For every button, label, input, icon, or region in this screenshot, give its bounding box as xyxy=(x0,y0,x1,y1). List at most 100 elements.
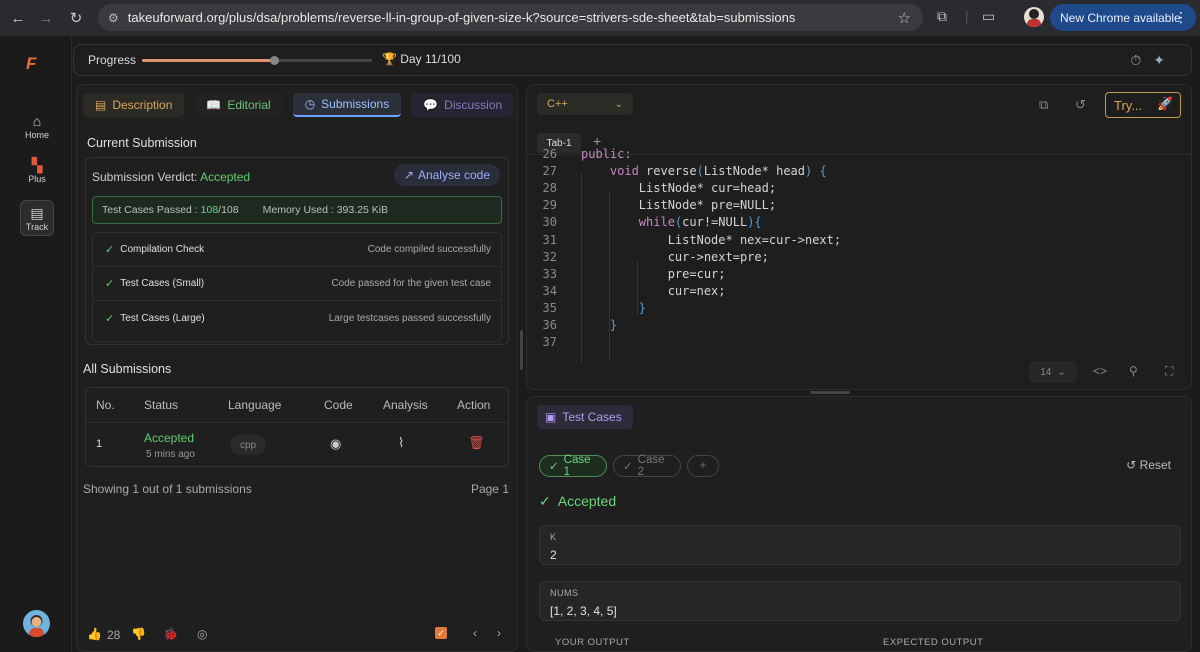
k-label: K xyxy=(550,532,557,542)
case-2-button[interactable]: ✓ Case 2 xyxy=(613,454,681,478)
check-icon: ✓ xyxy=(539,493,551,509)
eye-icon[interactable]: ◉ xyxy=(330,436,341,452)
format-icon[interactable]: ⚲ xyxy=(1129,364,1138,378)
check-row: ✓ Test Cases (Large) Large testcases passe… xyxy=(93,301,501,335)
case-label: Case 2 xyxy=(637,454,665,478)
extensions-icon[interactable]: ⧉ xyxy=(937,8,947,25)
checkbox-icon[interactable]: ✓ xyxy=(435,627,447,639)
code-line: pre=cur; xyxy=(581,266,726,281)
tc-passed: 108 xyxy=(200,204,219,216)
pulse-icon[interactable]: ⌇ xyxy=(398,435,404,451)
forward-icon[interactable]: → xyxy=(32,4,60,32)
submission-verdict: Submission Verdict: Accepted xyxy=(92,170,250,184)
tab-editorial[interactable]: 📖 Editorial xyxy=(194,93,283,117)
check-name: Compilation Check xyxy=(120,244,205,255)
tc-label: Test Cases Passed : xyxy=(102,204,198,216)
delete-icon[interactable]: 🗑 xyxy=(468,435,485,451)
current-submission-card: Submission Verdict: Accepted ↗ Analyse c… xyxy=(85,157,509,345)
col-action: Action xyxy=(457,398,491,412)
tab-description[interactable]: ▤ Description xyxy=(83,93,185,117)
like-count: 28 xyxy=(107,628,121,642)
code-area[interactable]: 26 public: 27 void reverse(ListNode* head)… xyxy=(527,147,1191,363)
line-number: 33 xyxy=(542,266,557,281)
submissions-table: No. Status Language Code Analysis Action… xyxy=(85,387,509,467)
line-number: 27 xyxy=(542,164,557,179)
back-icon[interactable]: ← xyxy=(4,4,32,32)
editor-resize-handle[interactable] xyxy=(810,391,850,394)
code-line: void reverse(ListNode* head) { xyxy=(609,164,827,179)
bug-icon[interactable]: 🐞 xyxy=(163,627,178,641)
panel-resize-handle[interactable] xyxy=(520,330,523,370)
analyse-code-button[interactable]: ↗ Analyse code xyxy=(393,164,500,186)
code-brackets-icon[interactable]: <> xyxy=(1093,364,1107,378)
chevron-right-icon[interactable]: › xyxy=(497,626,501,640)
thumbs-down-icon[interactable]: 👎 xyxy=(131,627,146,641)
trend-icon: ↗ xyxy=(403,168,414,182)
plus-grid-icon: ▚ xyxy=(31,157,43,173)
left-footer: 👍 28 👎 🐞 ◎ ✓ ‹ › xyxy=(85,623,515,645)
k-value: 2 xyxy=(550,548,557,562)
row-time: 5 mins ago xyxy=(146,449,195,460)
reset-button[interactable]: ↺ Reset xyxy=(1126,458,1171,472)
tc-total: /108 xyxy=(218,204,239,216)
share-icon[interactable]: ◎ xyxy=(197,627,207,641)
case-1-button[interactable]: ✓ Case 1 xyxy=(539,454,607,478)
check-icon: ✓ xyxy=(105,244,115,256)
plus-icon: + xyxy=(699,460,707,472)
cast-icon[interactable]: ▭ xyxy=(982,8,995,25)
new-chrome-button[interactable]: New Chrome available ⋮ xyxy=(1050,4,1196,31)
code-line: } xyxy=(609,318,618,332)
address-bar[interactable]: ⚙ takeuforward.org/plus/dsa/problems/rev… xyxy=(98,4,923,31)
code-editor-panel: C++ ⌄ ⧉ ↺ Try... 🚀 Tab-1 + 26 public: 27 v… xyxy=(526,84,1192,390)
sidebar-item-label: Track xyxy=(25,222,49,232)
memory-used: Memory Used : 393.25 KiB xyxy=(262,204,389,216)
testcases-tab[interactable]: ▣ Test Cases xyxy=(537,405,633,429)
logo[interactable]: F xyxy=(26,54,36,74)
line-number: 37 xyxy=(542,335,557,350)
sidebar: F ⌂ Home ▚ Plus ▤ Track xyxy=(0,36,72,652)
tab-submissions[interactable]: ◷ Submissions xyxy=(292,93,402,117)
col-no: No. xyxy=(96,398,115,412)
row-status[interactable]: Accepted xyxy=(144,431,194,445)
add-case-button[interactable]: + xyxy=(687,455,719,477)
progress-knob[interactable] xyxy=(270,56,279,65)
rocket-icon[interactable]: 🚀 xyxy=(1157,96,1173,112)
try-label: Try... xyxy=(1114,97,1143,113)
line-number: 29 xyxy=(542,198,557,213)
fullscreen-icon[interactable]: ⛶ xyxy=(1165,364,1173,379)
language-select[interactable]: C++ ⌄ xyxy=(537,93,633,115)
expected-output-label: EXPECTED OUTPUT xyxy=(883,637,984,648)
line-number: 28 xyxy=(542,181,557,196)
reload-icon[interactable]: ↻ xyxy=(62,4,90,32)
timer-icon[interactable]: ⏱ xyxy=(1130,52,1153,68)
progress-track xyxy=(142,56,372,65)
testcases-summary: Test Cases Passed : 108/108 Memory Used … xyxy=(92,196,502,224)
sidebar-item-plus[interactable]: ▚ Plus xyxy=(20,156,54,184)
progress-actions: ⏱✦ xyxy=(1130,52,1177,69)
bookmark-star-icon[interactable]: ☆ xyxy=(898,9,911,27)
user-avatar[interactable] xyxy=(23,610,50,637)
indent-guide xyxy=(581,173,582,363)
problem-tabs: ▤ Description 📖 Editorial ◷ Submissions 💬 Di… xyxy=(83,93,515,119)
sidebar-item-track[interactable]: ▤ Track xyxy=(20,200,54,236)
profile-avatar[interactable] xyxy=(1024,7,1044,27)
table-row[interactable]: 1 Accepted 5 mins ago cpp ◉ ⌇ 🗑 xyxy=(86,422,508,466)
thumbs-up-icon[interactable]: 👍 xyxy=(87,627,102,641)
reset-code-icon[interactable]: ↺ xyxy=(1075,97,1086,113)
line-number: 30 xyxy=(542,215,557,230)
site-info-icon[interactable]: ⚙ xyxy=(108,11,119,25)
tab-label: Submissions xyxy=(321,97,390,111)
line-number: 36 xyxy=(542,318,557,332)
menu-dots-icon[interactable]: ⋮ xyxy=(1174,9,1188,26)
check-icon: ✓ xyxy=(105,312,115,325)
font-size-select[interactable]: 14 ⌄ xyxy=(1029,361,1077,383)
code-line: ListNode* nex=cur->next; xyxy=(581,232,842,247)
copy-icon[interactable]: ⧉ xyxy=(1039,97,1048,113)
sparkle-icon[interactable]: ✦ xyxy=(1153,52,1177,68)
tab-discussion[interactable]: 💬 Discussion xyxy=(411,93,515,117)
sidebar-item-home[interactable]: ⌂ Home xyxy=(20,112,54,140)
col-analysis: Analysis xyxy=(383,398,428,412)
chevron-left-icon[interactable]: ‹ xyxy=(473,626,477,640)
code-line: ListNode* pre=NULL; xyxy=(581,198,777,213)
case-label: Case 1 xyxy=(563,454,591,478)
